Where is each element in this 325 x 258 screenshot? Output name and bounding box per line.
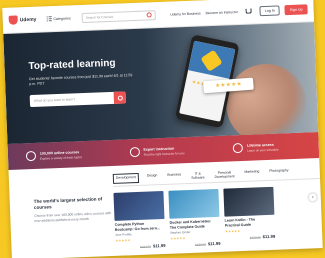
feature-desc: Learn on your schedule — [247, 147, 279, 153]
search-icon[interactable] — [146, 12, 152, 18]
header-search-placeholder: Search for Courses — [85, 14, 114, 20]
logo-text: Udemy — [19, 16, 37, 23]
course-card[interactable]: Docker and Kubernetes: The Complete Guid… — [168, 188, 221, 248]
categories-label: Categories — [53, 15, 71, 21]
tab-business[interactable]: Business — [165, 171, 183, 182]
hero-search-input[interactable]: What do you want to learn? — [29, 91, 127, 108]
hand-image — [224, 62, 308, 144]
become-instructor-link[interactable]: Become an Instructor — [205, 10, 237, 15]
categories-menu[interactable]: Categories — [46, 15, 71, 22]
course-thumbnail — [113, 191, 165, 221]
feature-desc: Explore a variety of fresh topics — [39, 154, 82, 161]
course-old-price: $194.99 — [140, 244, 152, 250]
signup-button[interactable]: Sign Up — [284, 3, 308, 15]
login-button[interactable]: Log In — [259, 4, 280, 16]
feature-desc: Find the right instructor for you — [143, 150, 185, 157]
course-rating: ★★★★★ — [170, 236, 186, 241]
course-author: Stephen Grider — [169, 230, 191, 235]
udemy-for-business-link[interactable]: Udemy for Business — [170, 11, 200, 16]
hero-title: Top-rated learning — [28, 57, 116, 73]
course-thumbnail — [168, 188, 220, 219]
target-icon — [25, 150, 37, 162]
logo[interactable]: Udemy — [8, 15, 37, 25]
clock-icon — [232, 142, 244, 154]
course-card[interactable]: Learn Kotlin - The Practical Guide ★★★★★… — [223, 186, 276, 246]
carousel-next-button[interactable]: › — [308, 193, 317, 202]
course-old-price: $199.99 — [249, 235, 261, 240]
courses-section: The world's largest selection of courses… — [8, 158, 322, 254]
hero-search-placeholder: What do you want to learn? — [33, 97, 76, 103]
course-rating: ★★★★★ — [224, 229, 241, 234]
course-price: $11.99 — [207, 241, 221, 247]
tab-design[interactable]: Design — [145, 172, 160, 183]
tab-marketing[interactable]: Marketing — [242, 168, 261, 179]
header-search-input[interactable]: Search for Courses — [81, 9, 156, 23]
course-price: $11.99 — [262, 233, 276, 240]
course-carousel: Complete Python Bootcamp: Go from zero..… — [113, 185, 322, 250]
tab-it-software[interactable]: IT & Software — [189, 170, 207, 181]
section-title: The world's largest selection of courses — [33, 196, 103, 210]
course-card[interactable]: Complete Python Bootcamp: Go from zero..… — [113, 191, 166, 250]
udemy-logo-icon — [8, 15, 18, 25]
cart-icon[interactable] — [245, 8, 252, 14]
tab-development[interactable]: Development — [112, 172, 140, 184]
hero-search-button[interactable] — [113, 91, 127, 104]
section-desc: Choose from over 100,000 online video co… — [34, 211, 112, 223]
tab-photography[interactable]: Photography — [267, 167, 291, 178]
grid-icon — [46, 16, 52, 22]
course-thumbnail — [223, 186, 275, 217]
chevron-right-icon: › — [311, 194, 314, 201]
search-icon — [117, 95, 123, 101]
feature-online-courses: 100,000 online courses Explore a variety… — [7, 140, 112, 170]
course-old-price: $189.99 — [195, 242, 207, 248]
category-tabs: Development Design Business IT & Softwar… — [112, 165, 321, 187]
course-rating: ★★★★★ — [115, 238, 131, 244]
course-title: Complete Python Bootcamp: Go from zero..… — [114, 221, 161, 232]
tab-personal-development[interactable]: Personal Development — [212, 169, 236, 180]
feature-lifetime-access: Lifetime access Learn on your schedule — [215, 132, 320, 162]
hero-banner: ★★★★★ ★★★★★ Top-rated learning Get stude… — [3, 22, 319, 144]
udemy-page: Udemy Categories Search for Courses Udem… — [2, 0, 323, 258]
course-title: Learn Kotlin - The Practical Guide — [224, 217, 256, 228]
course-author: Jose Portilla — [114, 232, 132, 238]
course-price: $11.99 — [152, 243, 166, 249]
feature-expert-instruction: Expert instruction Find the right instru… — [111, 136, 216, 166]
check-icon — [129, 146, 140, 158]
hero-subtitle: Get students' favorite courses from just… — [28, 73, 133, 87]
